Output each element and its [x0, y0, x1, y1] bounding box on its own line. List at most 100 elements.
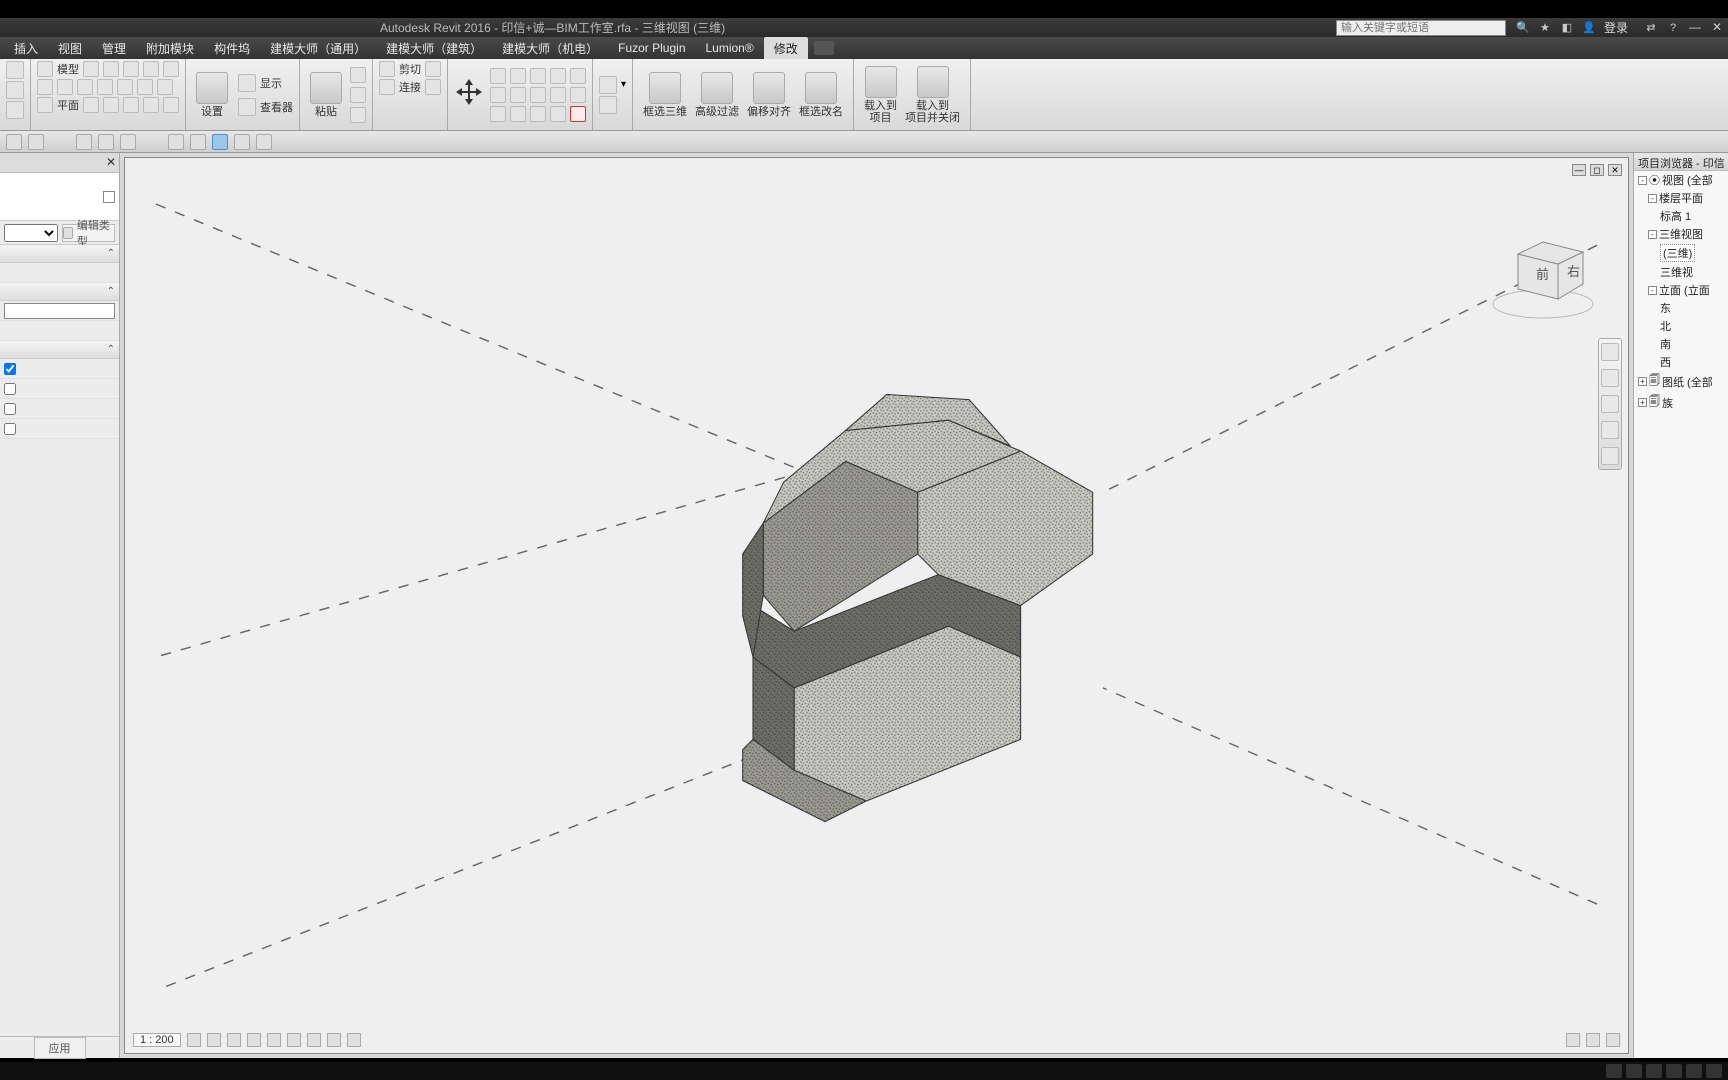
props-section-3[interactable]: ⌃ [0, 341, 119, 359]
offset-icon[interactable] [510, 68, 526, 84]
props-section-1[interactable]: ⌃ [0, 245, 119, 263]
join-dd-icon[interactable] [425, 79, 441, 95]
browser-east[interactable]: 东 [1634, 299, 1728, 317]
measure-icon[interactable] [599, 76, 617, 94]
browser-level[interactable]: 标高 1 [1634, 207, 1728, 225]
arc-icon[interactable] [143, 61, 159, 77]
properties-close-icon[interactable]: ✕ [103, 155, 119, 171]
select3d-button[interactable]: 框选三维 [639, 61, 691, 128]
join-icon[interactable] [379, 79, 395, 95]
circle-icon[interactable] [123, 61, 139, 77]
star-icon[interactable]: ★ [1536, 20, 1554, 36]
tab-builder-general[interactable]: 建模大师（通用） [260, 37, 376, 60]
exchange-icon[interactable]: ⇄ [1642, 20, 1660, 36]
detail-level-icon[interactable] [187, 1033, 201, 1047]
copy2-icon[interactable] [490, 106, 506, 122]
d1-icon[interactable] [83, 97, 99, 113]
tab-builder-mep[interactable]: 建模大师（机电） [492, 37, 608, 60]
props-section-2[interactable]: ⌃ [0, 283, 119, 301]
modify-icon[interactable] [6, 61, 24, 79]
instance-selector[interactable] [4, 224, 58, 242]
tray-5-icon[interactable] [1686, 1064, 1702, 1078]
select-icon[interactable] [6, 81, 24, 99]
d3-icon[interactable] [123, 97, 139, 113]
browser-3d-other[interactable]: 三维视 [1634, 263, 1728, 281]
sun-icon[interactable] [227, 1033, 241, 1047]
browser-3d-current[interactable]: (三维) [1634, 243, 1728, 263]
array-icon[interactable] [550, 87, 566, 103]
rect-icon[interactable] [83, 61, 99, 77]
adv-filter-button[interactable]: 高级过滤 [691, 61, 743, 128]
tray-1-icon[interactable] [1606, 1064, 1622, 1078]
prop-check-1[interactable] [4, 363, 16, 375]
tab-goujianwu[interactable]: 构件坞 [204, 37, 260, 60]
browser-3d-views[interactable]: -三维视图 [1634, 225, 1728, 243]
property-text-input[interactable] [4, 303, 115, 319]
browser-west[interactable]: 西 [1634, 353, 1728, 371]
settings-button[interactable]: 设置 [192, 72, 232, 118]
temp-hide-icon[interactable] [347, 1033, 361, 1047]
vp-min-icon[interactable]: — [1572, 164, 1586, 176]
plane-icon[interactable] [37, 97, 53, 113]
3d-viewport[interactable]: — ◻ ✕ 前 右 [124, 157, 1629, 1054]
tab-insert[interactable]: 插入 [4, 37, 48, 60]
vc-r3-icon[interactable] [1606, 1033, 1620, 1047]
tab-builder-arch[interactable]: 建模大师（建筑） [376, 37, 492, 60]
crop-icon[interactable] [287, 1033, 301, 1047]
half-icon[interactable] [97, 79, 113, 95]
tray-4-icon[interactable] [1666, 1064, 1682, 1078]
search-icon[interactable]: 🔍 [1514, 20, 1532, 36]
corner-icon[interactable] [530, 106, 546, 122]
cut-dd-icon[interactable] [425, 61, 441, 77]
cut-clip-icon[interactable] [350, 67, 366, 83]
browser-floor-plans[interactable]: -楼层平面 [1634, 189, 1728, 207]
pick-icon[interactable] [6, 101, 24, 119]
visual-style-icon[interactable] [207, 1033, 221, 1047]
show-icon[interactable] [238, 74, 256, 92]
offset-align-button[interactable]: 偏移对齐 [743, 61, 795, 128]
nav-orbit-icon[interactable] [1601, 447, 1619, 465]
nav-pan-icon[interactable] [1601, 395, 1619, 413]
tab-view[interactable]: 视图 [48, 37, 92, 60]
trim2-icon[interactable] [510, 87, 526, 103]
login-button[interactable]: 登录 [1604, 19, 1628, 36]
extend-icon[interactable] [510, 106, 526, 122]
lock-icon[interactable] [327, 1033, 341, 1047]
tab-overflow[interactable] [814, 41, 834, 55]
trim1-icon[interactable] [570, 68, 586, 84]
browser-north[interactable]: 北 [1634, 317, 1728, 335]
cope-icon[interactable] [379, 61, 395, 77]
nav-home-icon[interactable] [1601, 343, 1619, 361]
match-icon[interactable] [350, 107, 366, 123]
qa-active[interactable] [212, 134, 228, 150]
qa-8[interactable] [234, 134, 250, 150]
mirror-icon[interactable] [530, 68, 546, 84]
type-selector[interactable] [0, 173, 119, 221]
qa-2[interactable] [28, 134, 44, 150]
qa-7[interactable] [190, 134, 206, 150]
delete-icon[interactable] [570, 106, 586, 122]
minimize-button[interactable]: — [1684, 20, 1706, 36]
scale-button[interactable]: 1 : 200 [133, 1033, 181, 1047]
browser-south[interactable]: 南 [1634, 335, 1728, 353]
browser-elevations[interactable]: -立面 (立面 [1634, 281, 1728, 299]
arc2-icon[interactable] [163, 61, 179, 77]
app-icon[interactable]: ◧ [1558, 20, 1576, 36]
help-icon[interactable]: ? [1664, 20, 1682, 36]
rotate-icon[interactable] [490, 87, 506, 103]
mirror2-icon[interactable] [550, 68, 566, 84]
pick-line-icon[interactable] [157, 79, 173, 95]
qa-1[interactable] [6, 134, 22, 150]
copy-icon[interactable] [350, 87, 366, 103]
paste-button[interactable]: 粘贴 [306, 72, 346, 118]
fillet-icon[interactable] [137, 79, 153, 95]
align-icon[interactable] [490, 68, 506, 84]
pin-icon[interactable] [550, 106, 566, 122]
crop-region-icon[interactable] [307, 1033, 321, 1047]
load-close-button[interactable]: 载入到 项目并关闭 [901, 61, 964, 128]
tab-manage[interactable]: 管理 [92, 37, 136, 60]
vc-r1-icon[interactable] [1566, 1033, 1580, 1047]
d2-icon[interactable] [103, 97, 119, 113]
move-icon[interactable] [454, 77, 484, 112]
qa-3[interactable] [76, 134, 92, 150]
